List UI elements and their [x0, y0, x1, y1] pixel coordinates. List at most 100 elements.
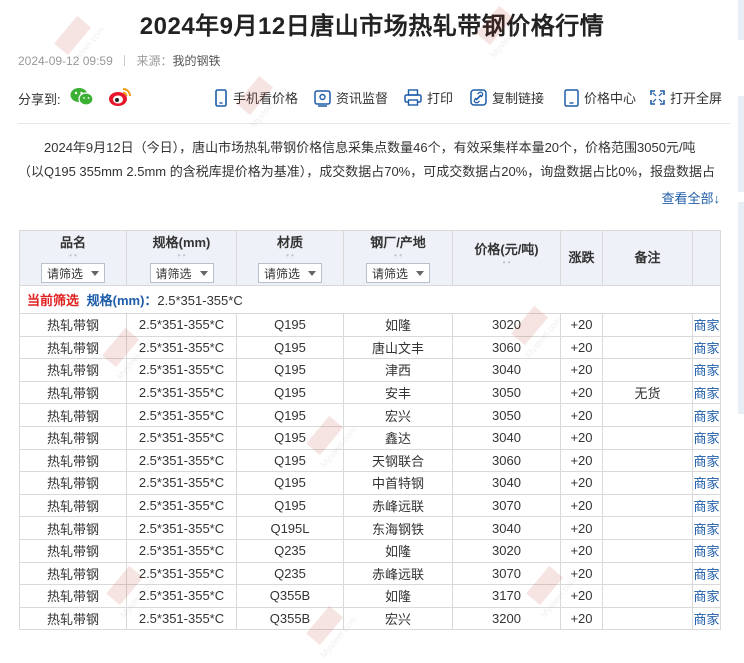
cell-material: Q195 — [236, 335, 344, 360]
cell-price: 3170 — [452, 584, 561, 608]
col-header-name: 品名 • • 请筛选 — [19, 230, 127, 286]
merchant-link[interactable]: 商家 — [692, 425, 721, 450]
cell-price: 3040 — [452, 425, 561, 450]
cell-name: 热轧带钢 — [19, 493, 127, 518]
copy-link-label: 复制链接 — [492, 91, 545, 106]
cell-mill: 赤峰远联 — [343, 493, 453, 518]
fullscreen-button[interactable]: 打开全屏 — [650, 88, 722, 107]
cell-price: 3050 — [452, 380, 561, 405]
view-all-link[interactable]: 查看全部↓ — [661, 188, 720, 207]
source-value[interactable]: 我的钢铁 — [172, 54, 220, 68]
side-panel-edge — [738, 96, 744, 192]
cell-note — [602, 425, 693, 450]
price-center-button[interactable]: 价格中心 — [564, 88, 636, 107]
cell-mill: 鑫达 — [343, 425, 453, 450]
cell-mill: 唐山文丰 — [343, 335, 453, 360]
link-icon — [470, 89, 487, 106]
merchant-link[interactable]: 商家 — [692, 538, 721, 563]
side-panel-edge — [738, 0, 744, 40]
intro-summary: 2024年9月12日（今日），唐山市场热轧带钢价格信息采集点数量46个，有效采集… — [18, 136, 718, 184]
table-header-row: 品名 • • 请筛选 规格(mm) • • 请筛选 材质 • • 请筛选 钢厂/… — [19, 230, 721, 286]
cell-spec: 2.5*351-355*C — [126, 358, 237, 382]
cell-note — [602, 335, 693, 360]
merchant-link[interactable]: 商家 — [692, 516, 721, 540]
cell-material: Q195 — [236, 493, 344, 518]
sort-dots-icon: • • — [177, 251, 186, 260]
merchant-link[interactable]: 商家 — [692, 493, 721, 518]
merchant-link[interactable]: 商家 — [692, 584, 721, 608]
merchant-link[interactable]: 商家 — [692, 606, 721, 631]
merchant-link[interactable]: 商家 — [692, 561, 721, 586]
merchant-link[interactable]: 商家 — [692, 335, 721, 360]
merchant-link[interactable]: 商家 — [692, 403, 721, 427]
cell-note: 无货 — [602, 380, 693, 405]
col-header-price[interactable]: 价格(元/吨) • • — [452, 230, 561, 286]
col-header-spec: 规格(mm) • • 请筛选 — [126, 230, 237, 286]
cell-spec: 2.5*351-355*C — [126, 516, 237, 540]
name-filter-select[interactable]: 请筛选 — [41, 263, 105, 283]
share-label: 分享到: — [18, 92, 61, 107]
table-row: 热轧带钢 2.5*351-355*C Q195 如隆 3020 +20 商家 — [19, 313, 721, 337]
cell-price: 3020 — [452, 538, 561, 563]
cell-spec: 2.5*351-355*C — [126, 606, 237, 631]
merchant-link[interactable]: 商家 — [692, 471, 721, 495]
cell-note — [602, 493, 693, 518]
cell-note — [602, 313, 693, 337]
cell-mill: 如隆 — [343, 313, 453, 337]
cell-change: +20 — [560, 358, 603, 382]
sort-dots-icon: • • — [286, 251, 294, 260]
merchant-link[interactable]: 商家 — [692, 380, 721, 405]
supervise-label: 资讯监督 — [336, 91, 389, 106]
mill-filter-select[interactable]: 请筛选 — [366, 263, 430, 283]
cell-change: +20 — [560, 380, 603, 405]
merchant-link[interactable]: 商家 — [692, 358, 721, 382]
cell-spec: 2.5*351-355*C — [126, 584, 237, 608]
cell-name: 热轧带钢 — [19, 403, 127, 427]
copy-link-button[interactable]: 复制链接 — [470, 88, 544, 107]
chevron-down-icon — [416, 270, 424, 276]
cell-price: 3070 — [452, 561, 561, 586]
cell-material: Q195 — [236, 403, 344, 427]
cell-mill: 宏兴 — [343, 606, 453, 631]
cell-spec: 2.5*351-355*C — [126, 380, 237, 405]
cell-name: 热轧带钢 — [19, 471, 127, 495]
spec-filter-select[interactable]: 请筛选 — [149, 263, 214, 283]
material-filter-select[interactable]: 请筛选 — [258, 263, 322, 283]
cell-change: +20 — [560, 403, 603, 427]
current-filter-key: 规格(mm)： — [86, 293, 158, 308]
cell-note — [602, 403, 693, 427]
cell-material: Q195 — [236, 380, 344, 405]
col-header-note: 备注 — [602, 230, 693, 286]
cell-name: 热轧带钢 — [19, 606, 127, 631]
supervise-button[interactable]: 资讯监督 — [314, 88, 388, 107]
cell-note — [602, 561, 693, 586]
cell-name: 热轧带钢 — [19, 516, 127, 540]
cell-name: 热轧带钢 — [19, 313, 127, 337]
chevron-down-icon — [308, 270, 316, 276]
cell-mill: 中首特钢 — [343, 471, 453, 495]
col-header-merchant — [692, 230, 721, 286]
side-panel-edge — [738, 202, 744, 414]
cell-price: 3040 — [452, 516, 561, 540]
weibo-icon[interactable] — [108, 87, 131, 107]
print-button[interactable]: 打印 — [404, 88, 453, 107]
current-filter-value: 2.5*351-355*C — [157, 293, 243, 308]
wechat-icon[interactable] — [70, 87, 94, 107]
cell-mill: 安丰 — [343, 380, 453, 405]
merchant-link[interactable]: 商家 — [692, 313, 721, 337]
table-row: 热轧带钢 2.5*351-355*C Q235 赤峰远联 3070 +20 商家 — [19, 561, 721, 586]
cell-name: 热轧带钢 — [19, 538, 127, 563]
mobile-price-label: 手机看价格 — [233, 91, 299, 106]
col-header-material-label: 材质 — [276, 235, 303, 250]
cell-material: Q235 — [236, 561, 344, 586]
table-row: 热轧带钢 2.5*351-355*C Q195 天钢联合 3060 +20 商家 — [19, 448, 721, 473]
table-row: 热轧带钢 2.5*351-355*C Q195 赤峰远联 3070 +20 商家 — [19, 493, 721, 518]
merchant-link[interactable]: 商家 — [692, 448, 721, 473]
cell-name: 热轧带钢 — [19, 425, 127, 450]
table-row: 热轧带钢 2.5*351-355*C Q195 安丰 3050 +20 无货 商家 — [19, 380, 721, 405]
cell-mill: 东海钢铁 — [343, 516, 453, 540]
cell-price: 3040 — [452, 471, 561, 495]
table-row: 热轧带钢 2.5*351-355*C Q195 唐山文丰 3060 +20 商家 — [19, 335, 721, 360]
cell-material: Q355B — [236, 584, 344, 608]
mobile-price-button[interactable]: 手机看价格 — [214, 88, 298, 107]
